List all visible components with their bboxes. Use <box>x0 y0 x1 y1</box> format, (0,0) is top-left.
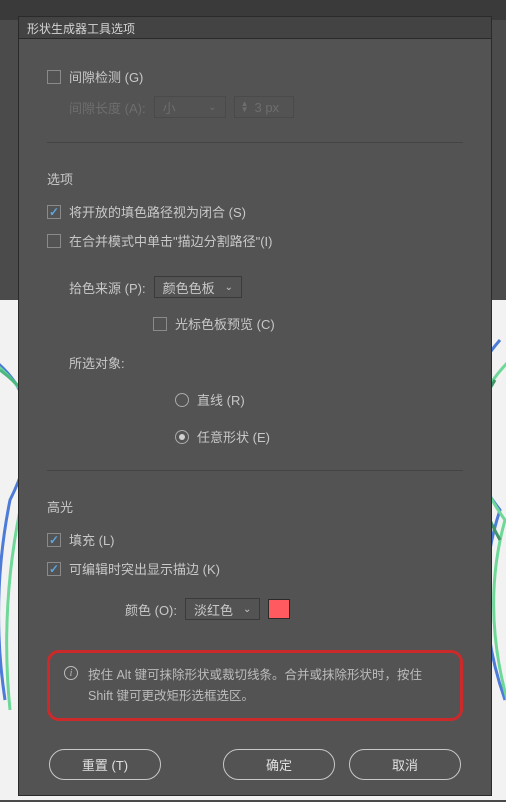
cursor-preview-checkbox[interactable] <box>153 317 167 331</box>
gap-detection-checkbox[interactable] <box>47 70 61 84</box>
gap-px-field: ▲▼ 3 px <box>234 96 294 118</box>
color-row: 颜色 (O): 淡红色 ⌄ <box>125 598 463 620</box>
fill-row[interactable]: 填充 (L) <box>47 530 463 549</box>
selected-object-label-row: 所选对象: <box>69 353 463 372</box>
open-fill-row[interactable]: 将开放的填色路径视为闭合 (S) <box>47 202 463 221</box>
pick-source-value: 颜色色板 <box>163 278 215 297</box>
chevron-down-icon: ⌄ <box>208 102 216 113</box>
color-select[interactable]: 淡红色 ⌄ <box>185 598 260 620</box>
merge-mode-checkbox[interactable] <box>47 234 61 248</box>
gap-length-row: 间隙长度 (A): 小 ⌄ ▲▼ 3 px <box>69 96 463 118</box>
gap-detection-row[interactable]: 间隙检测 (G) <box>47 67 463 86</box>
gap-length-select: 小 ⌄ <box>154 96 226 118</box>
gap-length-label: 间隙长度 (A): <box>69 98 146 117</box>
open-fill-checkbox[interactable] <box>47 205 61 219</box>
dialog-content: 间隙检测 (G) 间隙长度 (A): 小 ⌄ ▲▼ 3 px 选项 将开放的填色… <box>19 39 491 802</box>
open-fill-label: 将开放的填色路径视为闭合 (S) <box>69 202 246 221</box>
ok-button[interactable]: 确定 <box>223 749 335 780</box>
radio-line[interactable] <box>175 393 189 407</box>
pick-source-label: 拾色来源 (P): <box>69 278 146 297</box>
dialog-footer: 重置 (T) 确定 取消 <box>47 731 463 784</box>
stepper-icon: ▲▼ <box>241 101 249 113</box>
radio-any-shape-row[interactable]: 任意形状 (E) <box>175 427 463 446</box>
stroke-highlight-row[interactable]: 可编辑时突出显示描边 (K) <box>47 559 463 578</box>
radio-line-row[interactable]: 直线 (R) <box>175 390 463 409</box>
merge-mode-row[interactable]: 在合并模式中单击"描边分割路径"(I) <box>47 231 463 250</box>
info-icon: i <box>64 666 78 680</box>
highlight-section-label: 高光 <box>47 497 463 516</box>
separator <box>47 142 463 143</box>
fill-label: 填充 (L) <box>69 530 115 549</box>
color-label: 颜色 (O): <box>125 600 177 619</box>
stroke-highlight-checkbox[interactable] <box>47 562 61 576</box>
reset-button[interactable]: 重置 (T) <box>49 749 161 780</box>
dialog-title: 形状生成器工具选项 <box>27 22 135 36</box>
gap-detection-label: 间隙检测 (G) <box>69 67 143 86</box>
shape-builder-options-dialog: 形状生成器工具选项 间隙检测 (G) 间隙长度 (A): 小 ⌄ ▲▼ 3 px… <box>18 16 492 796</box>
info-text: 按住 Alt 键可抹除形状或裁切线条。合并或抹除形状时，按住 Shift 键可更… <box>88 665 446 706</box>
fill-checkbox[interactable] <box>47 533 61 547</box>
selected-object-label: 所选对象: <box>69 353 125 372</box>
stroke-highlight-label: 可编辑时突出显示描边 (K) <box>69 559 220 578</box>
pick-source-row: 拾色来源 (P): 颜色色板 ⌄ <box>69 276 463 298</box>
radio-line-label: 直线 (R) <box>197 390 245 409</box>
chevron-down-icon: ⌄ <box>225 282 233 293</box>
merge-mode-label: 在合并模式中单击"描边分割路径"(I) <box>69 231 273 250</box>
chevron-down-icon: ⌄ <box>243 604 251 615</box>
cursor-preview-label: 光标色板预览 (C) <box>175 314 275 333</box>
color-swatch[interactable] <box>268 599 290 619</box>
options-section-label: 选项 <box>47 169 463 188</box>
dialog-titlebar[interactable]: 形状生成器工具选项 <box>19 17 491 39</box>
cursor-preview-row[interactable]: 光标色板预览 (C) <box>153 314 463 333</box>
cancel-button[interactable]: 取消 <box>349 749 461 780</box>
radio-any-shape[interactable] <box>175 430 189 444</box>
color-value: 淡红色 <box>194 600 233 619</box>
info-box: i 按住 Alt 键可抹除形状或裁切线条。合并或抹除形状时，按住 Shift 键… <box>47 650 463 721</box>
radio-any-shape-label: 任意形状 (E) <box>197 427 270 446</box>
gap-length-value: 小 <box>163 98 176 117</box>
pick-source-select[interactable]: 颜色色板 ⌄ <box>154 276 242 298</box>
separator <box>47 470 463 471</box>
gap-px-value: 3 px <box>254 100 279 115</box>
